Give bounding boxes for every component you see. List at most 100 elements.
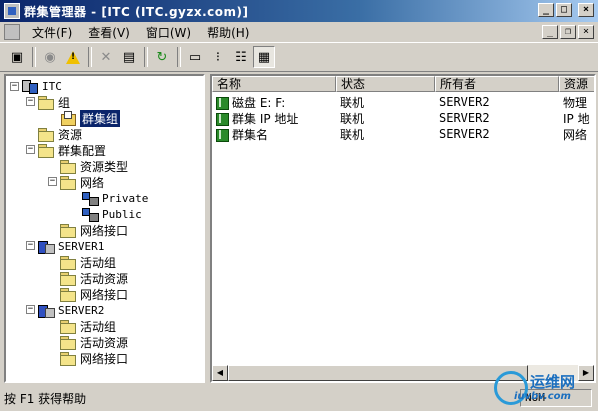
tree-node-s2-active-resources[interactable]: 活动资源 — [60, 334, 128, 350]
tree-collapse-toggle[interactable]: − — [26, 145, 35, 154]
list-header: 名称 状态 所有者 资源 — [212, 76, 594, 92]
column-header-name[interactable]: 名称 — [212, 76, 336, 92]
tree-label: 群集组 — [80, 109, 121, 127]
tree-node-s2-active-groups[interactable]: 活动组 — [60, 318, 116, 334]
tree-node-s1-net-interfaces[interactable]: 网络接口 — [60, 286, 128, 302]
tree-node-resource-types[interactable]: 资源类型 — [60, 158, 128, 174]
properties-icon: ▤ — [122, 49, 136, 65]
warning-icon — [66, 50, 80, 64]
tree-node-public[interactable]: Public — [82, 206, 142, 222]
refresh-button[interactable]: ↻ — [151, 46, 173, 68]
window-title: 群集管理器 - [ITC (ITC.gyzx.com)] — [24, 4, 249, 19]
tree-node-cluster-group[interactable]: 群集组 — [60, 109, 121, 127]
tree-label: ITC — [42, 79, 62, 93]
open-connection-button[interactable]: ▣ — [6, 46, 28, 68]
column-header-resource-type[interactable]: 资源 — [559, 76, 594, 92]
tree-label: 资源 — [58, 127, 83, 142]
tree-label: 活动资源 — [80, 271, 129, 286]
tree-label: Private — [102, 191, 149, 205]
tree-collapse-toggle[interactable]: − — [26, 241, 35, 250]
tree-collapse-toggle[interactable]: − — [26, 97, 35, 106]
network-icon — [82, 207, 99, 222]
watermark-url: iuvbv.com — [514, 391, 571, 402]
list-item[interactable]: 磁盘 E: F: 联机 SERVER2 物理 — [212, 94, 594, 110]
title-bar[interactable]: 群集管理器 - [ITC (ITC.gyzx.com)] _ □ × — [0, 0, 598, 22]
resource-icon — [216, 112, 229, 126]
tree-collapse-toggle[interactable]: − — [26, 305, 35, 314]
folder-icon — [38, 95, 54, 110]
tree-node-private[interactable]: Private — [82, 190, 148, 206]
tree-label: 网络接口 — [80, 287, 129, 302]
folder-icon — [60, 271, 76, 286]
tree-label: SERVER1 — [58, 239, 105, 253]
toolbar-separator — [144, 47, 148, 67]
column-header-state[interactable]: 状态 — [336, 76, 435, 92]
tree-collapse-toggle[interactable]: − — [48, 177, 57, 186]
menu-view[interactable]: 查看(V) — [80, 24, 138, 41]
menu-help[interactable]: 帮助(H) — [199, 24, 257, 41]
tree-label: 网络接口 — [80, 223, 129, 238]
resource-type: 网络 — [563, 127, 588, 142]
minimize-button[interactable]: _ — [538, 3, 554, 17]
scroll-thumb[interactable] — [228, 365, 528, 381]
delete-button[interactable]: ✕ — [95, 46, 117, 68]
tree-node-s1-active-groups[interactable]: 活动组 — [60, 254, 116, 270]
take-offline-button[interactable] — [62, 46, 84, 68]
large-icons-button[interactable]: ▭ — [184, 46, 206, 68]
tree-node-resources[interactable]: 资源 — [38, 126, 82, 142]
resource-icon — [216, 128, 229, 142]
tree-node-server2[interactable]: SERVER2 — [38, 302, 104, 318]
bring-online-button[interactable]: ◉ — [39, 46, 61, 68]
tree-label: 群集配置 — [58, 143, 107, 158]
list-item[interactable]: 群集 IP 地址 联机 SERVER2 IP 地 — [212, 110, 594, 126]
tree-collapse-toggle[interactable]: − — [10, 82, 19, 91]
cluster-app-icon[interactable] — [4, 3, 20, 19]
tree-node-cluster-config[interactable]: 群集配置 — [38, 142, 106, 158]
tree-node-s1-active-resources[interactable]: 活动资源 — [60, 270, 128, 286]
tree-pane[interactable]: − ITC − 组 群集组 资源 − 群集配置 资源类型 − 网络 Privat… — [4, 74, 205, 383]
tree-label: SERVER2 — [58, 303, 105, 317]
tree-node-groups[interactable]: 组 — [38, 94, 70, 110]
toolbar: ▣ ◉ ✕ ▤ ↻ ▭ ⁝ ☷ ▦ — [0, 42, 598, 72]
folder-icon — [60, 335, 76, 350]
tree-node-s2-net-interfaces[interactable]: 网络接口 — [60, 350, 128, 366]
column-header-owner[interactable]: 所有者 — [435, 76, 559, 92]
document-icon[interactable] — [4, 24, 20, 40]
tree-node-networks[interactable]: 网络 — [60, 174, 104, 190]
resource-owner: SERVER2 — [439, 111, 490, 125]
details-view-button[interactable]: ▦ — [253, 46, 275, 68]
tree-label: 网络 — [80, 175, 105, 190]
mdi-restore-button[interactable]: ❐ — [560, 25, 576, 39]
folder-icon — [60, 159, 76, 174]
properties-button[interactable]: ▤ — [118, 46, 140, 68]
list-view-button[interactable]: ☷ — [230, 46, 252, 68]
watermark-logo: 运维网 iuvbv.com — [494, 369, 594, 409]
tree-node-net-interfaces[interactable]: 网络接口 — [60, 222, 128, 238]
close-button[interactable]: × — [578, 3, 594, 17]
tree-label: 活动组 — [80, 319, 117, 334]
mdi-minimize-button[interactable]: _ — [542, 25, 558, 39]
resource-icon — [216, 96, 229, 110]
folder-icon — [60, 351, 76, 366]
folder-icon — [60, 287, 76, 302]
mdi-close-button[interactable]: × — [578, 25, 594, 39]
tree-node-server1[interactable]: SERVER1 — [38, 238, 104, 254]
tree-label: 活动资源 — [80, 335, 129, 350]
open-connection-icon: ▣ — [10, 49, 24, 65]
small-icons-button[interactable]: ⁝ — [207, 46, 229, 68]
resource-owner: SERVER2 — [439, 127, 490, 141]
scroll-left-button[interactable]: ◀ — [212, 365, 228, 381]
tree-node-itc[interactable]: ITC — [22, 78, 62, 94]
folder-icon — [60, 175, 76, 190]
toolbar-separator — [177, 47, 181, 67]
folder-icon — [60, 319, 76, 334]
list-item[interactable]: 群集名 联机 SERVER2 网络 — [212, 126, 594, 142]
tree-label: 网络接口 — [80, 351, 129, 366]
details-list-pane[interactable]: 名称 状态 所有者 资源 磁盘 E: F: 联机 SERVER2 物理 群集 I… — [210, 74, 596, 383]
maximize-button[interactable]: □ — [556, 3, 572, 17]
menu-file[interactable]: 文件(F) — [24, 24, 80, 41]
tree-label: 活动组 — [80, 255, 117, 270]
folder-icon — [38, 143, 54, 158]
menu-window[interactable]: 窗口(W) — [138, 24, 199, 41]
menu-bar: 文件(F) 查看(V) 窗口(W) 帮助(H) — [0, 22, 598, 42]
